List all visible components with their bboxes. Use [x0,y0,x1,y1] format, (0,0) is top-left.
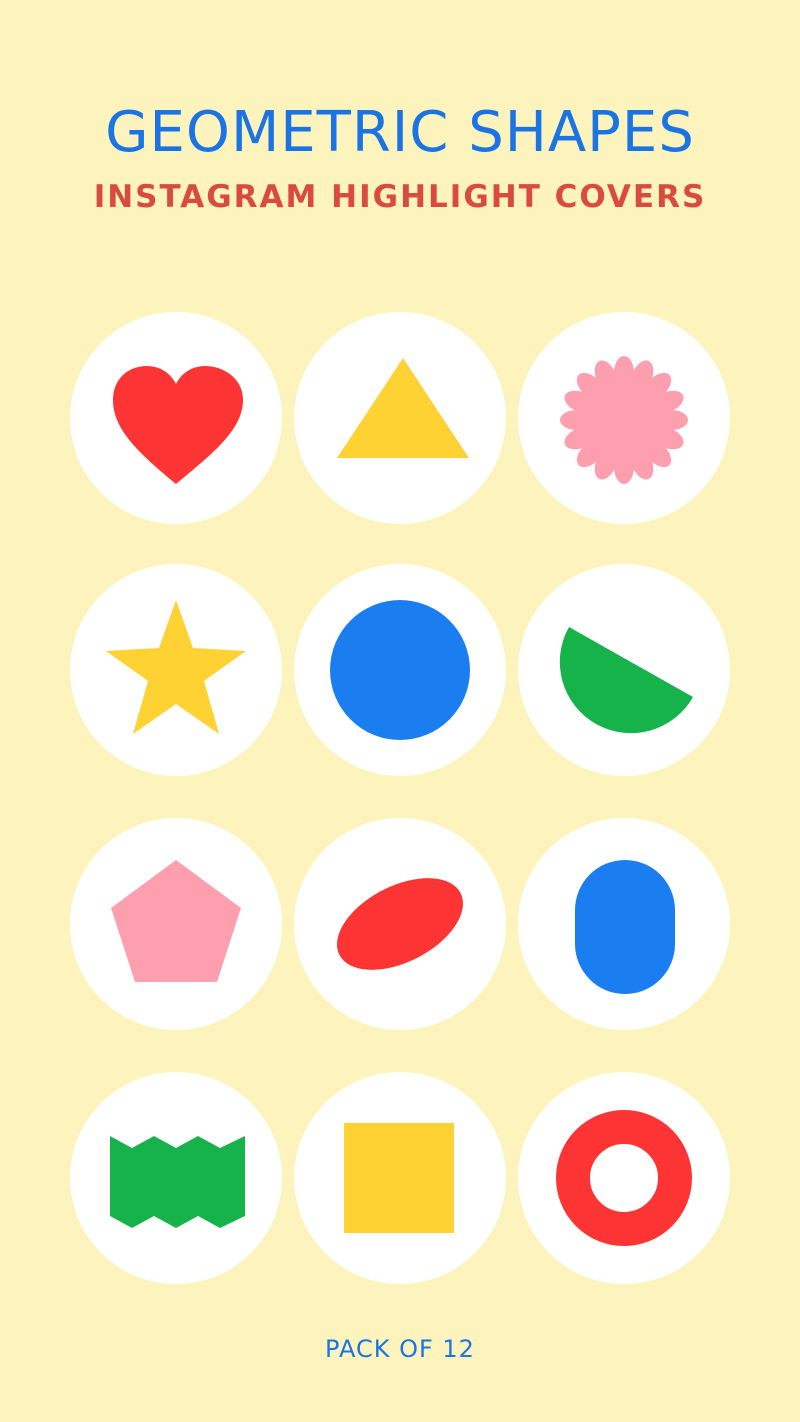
flower-icon [560,356,688,484]
highlight-cover-square[interactable] [294,1072,506,1284]
heart-icon [113,366,243,484]
circle-icon [330,600,470,740]
highlight-cover-stadium[interactable] [518,818,730,1030]
highlight-cover-triangle[interactable] [294,312,506,524]
highlight-cover-zigzag[interactable] [70,1072,282,1284]
highlight-cover-flower[interactable] [518,312,730,524]
highlight-cover-ring[interactable] [518,1072,730,1284]
ellipse-icon [337,878,463,970]
highlight-cover-half-circle[interactable] [518,564,730,776]
highlight-cover-heart[interactable] [70,312,282,524]
stadium-icon [575,860,675,994]
highlight-cover-star[interactable] [70,564,282,776]
highlight-cover-circle[interactable] [294,564,506,776]
triangle-icon [337,358,469,458]
star-icon [106,600,246,734]
highlight-cover-pentagon[interactable] [70,818,282,1030]
ring-icon [556,1110,692,1246]
zigzag-banner-icon [110,1136,245,1228]
highlight-cover-ellipse[interactable] [294,818,506,1030]
covers-grid [0,0,800,1422]
half-circle-icon [559,627,693,734]
square-icon [344,1123,454,1233]
pentagon-icon [111,860,241,982]
pack-count-label: PACK OF 12 [325,1335,475,1363]
